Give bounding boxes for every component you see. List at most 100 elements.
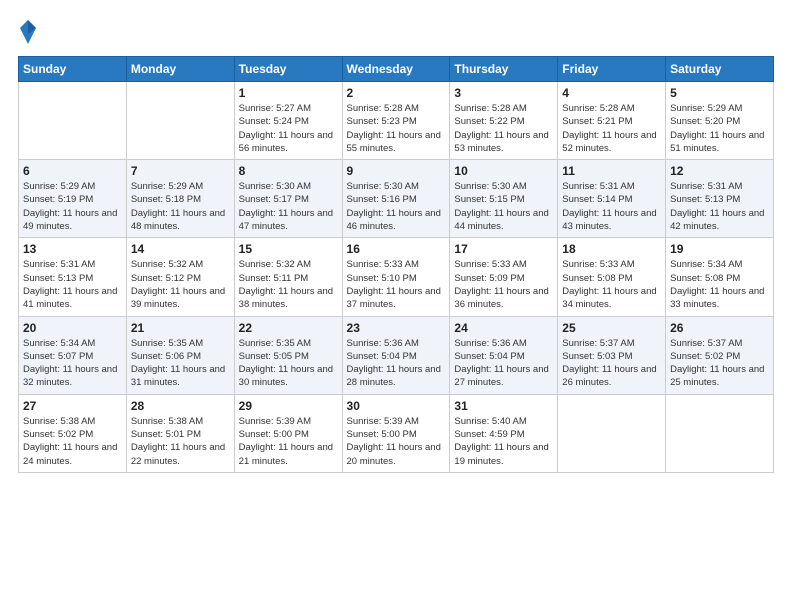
day-number: 6: [23, 164, 122, 178]
day-detail: Sunrise: 5:30 AMSunset: 5:15 PMDaylight:…: [454, 180, 553, 233]
day-number: 19: [670, 242, 769, 256]
calendar-cell: 30Sunrise: 5:39 AMSunset: 5:00 PMDayligh…: [342, 394, 450, 472]
day-detail: Sunrise: 5:30 AMSunset: 5:16 PMDaylight:…: [347, 180, 446, 233]
calendar-cell: 19Sunrise: 5:34 AMSunset: 5:08 PMDayligh…: [666, 238, 774, 316]
calendar-cell: 29 Sunrise: 5:39 AMSunset: 5:00 PMDayligh…: [234, 394, 342, 472]
day-number: 10: [454, 164, 553, 178]
calendar-cell: 8 Sunrise: 5:30 AMSunset: 5:17 PMDaylight…: [234, 160, 342, 238]
calendar-cell: 2 Sunrise: 5:28 AMSunset: 5:23 PMDaylight…: [342, 82, 450, 160]
day-number: 16: [347, 242, 446, 256]
calendar-cell: 21 Sunrise: 5:35 AMSunset: 5:06 PMDayligh…: [126, 316, 234, 394]
calendar-cell: 1Sunrise: 5:27 AMSunset: 5:24 PMDaylight…: [234, 82, 342, 160]
day-detail: Sunrise: 5:29 AMSunset: 5:20 PMDaylight:…: [670, 102, 769, 155]
day-number: 15: [239, 242, 338, 256]
day-number: 23: [347, 321, 446, 335]
day-number: 13: [23, 242, 122, 256]
calendar-cell: 10 Sunrise: 5:30 AMSunset: 5:15 PMDayligh…: [450, 160, 558, 238]
calendar-cell: 9 Sunrise: 5:30 AMSunset: 5:16 PMDaylight…: [342, 160, 450, 238]
day-number: 25: [562, 321, 661, 335]
calendar-cell: 18Sunrise: 5:33 AMSunset: 5:08 PMDayligh…: [558, 238, 666, 316]
header: [18, 18, 774, 46]
day-detail: Sunrise: 5:30 AMSunset: 5:17 PMDaylight:…: [239, 180, 338, 233]
calendar-cell: 13 Sunrise: 5:31 AMSunset: 5:13 PMDayligh…: [19, 238, 127, 316]
calendar-cell: 11 Sunrise: 5:31 AMSunset: 5:14 PMDayligh…: [558, 160, 666, 238]
day-detail: Sunrise: 5:38 AMSunset: 5:02 PMDaylight:…: [23, 415, 122, 468]
day-number: 11: [562, 164, 661, 178]
calendar-cell: 20 Sunrise: 5:34 AMSunset: 5:07 PMDayligh…: [19, 316, 127, 394]
calendar-cell: 15Sunrise: 5:32 AMSunset: 5:11 PMDayligh…: [234, 238, 342, 316]
header-cell-friday: Friday: [558, 57, 666, 82]
calendar-week-5: 27 Sunrise: 5:38 AMSunset: 5:02 PMDayligh…: [19, 394, 774, 472]
day-detail: Sunrise: 5:39 AMSunset: 5:00 PMDaylight:…: [239, 415, 338, 468]
day-detail: Sunrise: 5:33 AMSunset: 5:09 PMDaylight:…: [454, 258, 553, 311]
calendar-cell: 16 Sunrise: 5:33 AMSunset: 5:10 PMDayligh…: [342, 238, 450, 316]
header-cell-tuesday: Tuesday: [234, 57, 342, 82]
day-detail: Sunrise: 5:38 AMSunset: 5:01 PMDaylight:…: [131, 415, 230, 468]
day-number: 29: [239, 399, 338, 413]
day-number: 20: [23, 321, 122, 335]
day-number: 9: [347, 164, 446, 178]
calendar-cell: [126, 82, 234, 160]
day-detail: Sunrise: 5:31 AMSunset: 5:13 PMDaylight:…: [670, 180, 769, 233]
day-number: 17: [454, 242, 553, 256]
calendar-cell: 7 Sunrise: 5:29 AMSunset: 5:18 PMDaylight…: [126, 160, 234, 238]
day-detail: Sunrise: 5:40 AMSunset: 4:59 PMDaylight:…: [454, 415, 553, 468]
day-detail: Sunrise: 5:36 AMSunset: 5:04 PMDaylight:…: [347, 337, 446, 390]
logo: [18, 18, 40, 46]
day-detail: Sunrise: 5:33 AMSunset: 5:08 PMDaylight:…: [562, 258, 661, 311]
day-number: 12: [670, 164, 769, 178]
day-detail: Sunrise: 5:35 AMSunset: 5:05 PMDaylight:…: [239, 337, 338, 390]
header-cell-monday: Monday: [126, 57, 234, 82]
calendar-week-3: 13 Sunrise: 5:31 AMSunset: 5:13 PMDayligh…: [19, 238, 774, 316]
calendar-cell: [558, 394, 666, 472]
calendar-header-row: SundayMondayTuesdayWednesdayThursdayFrid…: [19, 57, 774, 82]
calendar-cell: 28Sunrise: 5:38 AMSunset: 5:01 PMDayligh…: [126, 394, 234, 472]
calendar-cell: 3 Sunrise: 5:28 AMSunset: 5:22 PMDaylight…: [450, 82, 558, 160]
page: SundayMondayTuesdayWednesdayThursdayFrid…: [0, 0, 792, 612]
calendar: SundayMondayTuesdayWednesdayThursdayFrid…: [18, 56, 774, 473]
day-detail: Sunrise: 5:34 AMSunset: 5:07 PMDaylight:…: [23, 337, 122, 390]
day-number: 3: [454, 86, 553, 100]
header-cell-saturday: Saturday: [666, 57, 774, 82]
day-detail: Sunrise: 5:29 AMSunset: 5:19 PMDaylight:…: [23, 180, 122, 233]
day-detail: Sunrise: 5:28 AMSunset: 5:21 PMDaylight:…: [562, 102, 661, 155]
day-detail: Sunrise: 5:32 AMSunset: 5:12 PMDaylight:…: [131, 258, 230, 311]
logo-icon: [18, 18, 38, 46]
day-number: 21: [131, 321, 230, 335]
day-number: 2: [347, 86, 446, 100]
day-detail: Sunrise: 5:35 AMSunset: 5:06 PMDaylight:…: [131, 337, 230, 390]
day-detail: Sunrise: 5:31 AMSunset: 5:13 PMDaylight:…: [23, 258, 122, 311]
day-detail: Sunrise: 5:28 AMSunset: 5:22 PMDaylight:…: [454, 102, 553, 155]
calendar-cell: 25 Sunrise: 5:37 AMSunset: 5:03 PMDayligh…: [558, 316, 666, 394]
calendar-week-2: 6 Sunrise: 5:29 AMSunset: 5:19 PMDaylight…: [19, 160, 774, 238]
calendar-cell: 22Sunrise: 5:35 AMSunset: 5:05 PMDayligh…: [234, 316, 342, 394]
day-number: 31: [454, 399, 553, 413]
calendar-cell: [19, 82, 127, 160]
day-detail: Sunrise: 5:37 AMSunset: 5:03 PMDaylight:…: [562, 337, 661, 390]
header-cell-thursday: Thursday: [450, 57, 558, 82]
day-detail: Sunrise: 5:37 AMSunset: 5:02 PMDaylight:…: [670, 337, 769, 390]
day-detail: Sunrise: 5:33 AMSunset: 5:10 PMDaylight:…: [347, 258, 446, 311]
day-number: 5: [670, 86, 769, 100]
calendar-cell: 14 Sunrise: 5:32 AMSunset: 5:12 PMDayligh…: [126, 238, 234, 316]
calendar-week-1: 1Sunrise: 5:27 AMSunset: 5:24 PMDaylight…: [19, 82, 774, 160]
day-detail: Sunrise: 5:31 AMSunset: 5:14 PMDaylight:…: [562, 180, 661, 233]
calendar-cell: 27 Sunrise: 5:38 AMSunset: 5:02 PMDayligh…: [19, 394, 127, 472]
day-detail: Sunrise: 5:29 AMSunset: 5:18 PMDaylight:…: [131, 180, 230, 233]
day-number: 4: [562, 86, 661, 100]
day-number: 27: [23, 399, 122, 413]
calendar-cell: 12 Sunrise: 5:31 AMSunset: 5:13 PMDayligh…: [666, 160, 774, 238]
calendar-cell: 4 Sunrise: 5:28 AMSunset: 5:21 PMDaylight…: [558, 82, 666, 160]
day-number: 14: [131, 242, 230, 256]
calendar-cell: [666, 394, 774, 472]
day-number: 7: [131, 164, 230, 178]
day-detail: Sunrise: 5:28 AMSunset: 5:23 PMDaylight:…: [347, 102, 446, 155]
day-number: 8: [239, 164, 338, 178]
day-number: 30: [347, 399, 446, 413]
day-number: 1: [239, 86, 338, 100]
calendar-cell: 31 Sunrise: 5:40 AMSunset: 4:59 PMDayligh…: [450, 394, 558, 472]
calendar-cell: 17 Sunrise: 5:33 AMSunset: 5:09 PMDayligh…: [450, 238, 558, 316]
calendar-cell: 5 Sunrise: 5:29 AMSunset: 5:20 PMDaylight…: [666, 82, 774, 160]
calendar-cell: 24Sunrise: 5:36 AMSunset: 5:04 PMDayligh…: [450, 316, 558, 394]
day-number: 26: [670, 321, 769, 335]
